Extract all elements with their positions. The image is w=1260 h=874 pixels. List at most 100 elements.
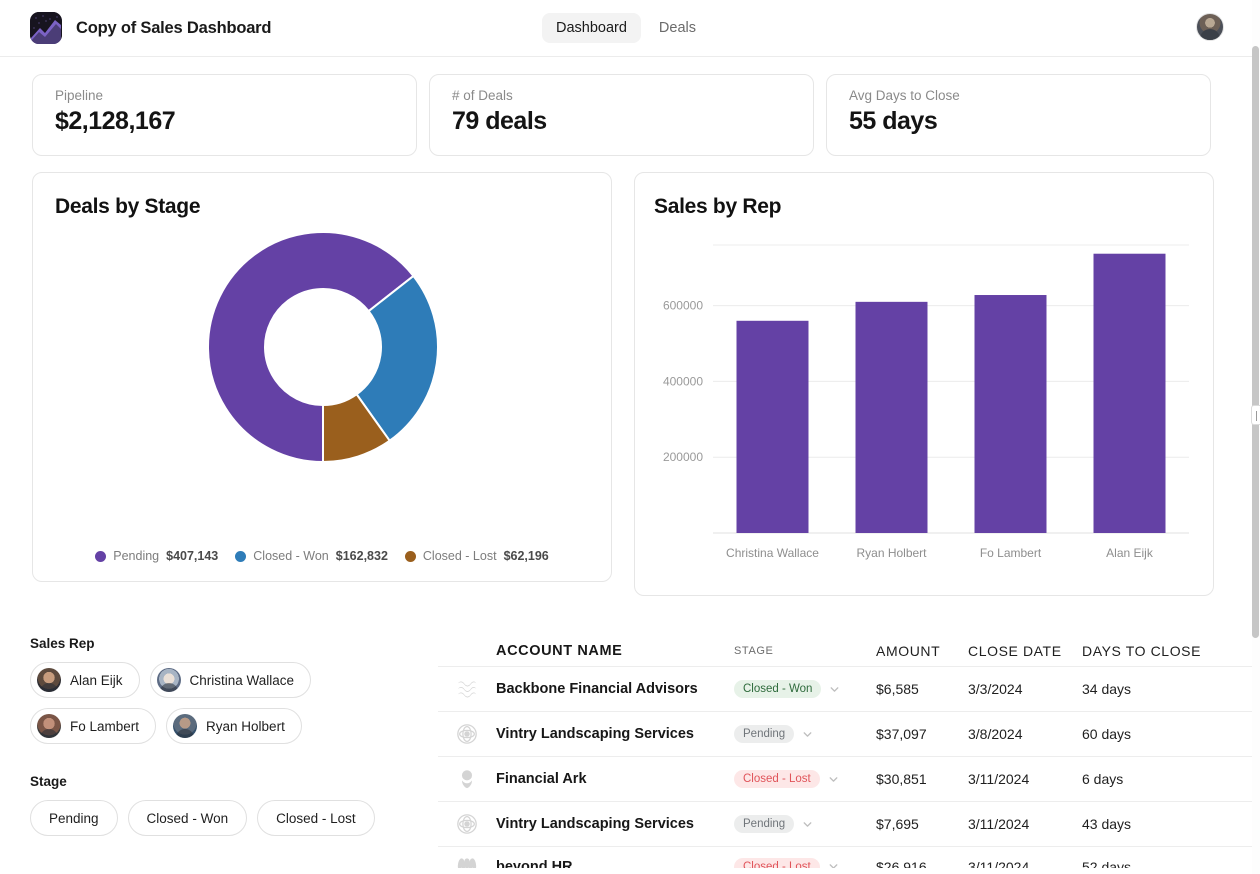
kpi-label: # of Deals xyxy=(452,88,791,103)
table-row[interactable]: Vintry Landscaping ServicesPending$7,695… xyxy=(438,801,1252,846)
y-axis-tick-label: 400000 xyxy=(663,374,703,388)
cell-stage[interactable]: Closed - Lost xyxy=(734,858,876,869)
deals-by-stage-card: Deals by Stage Pending $407,143 Closed -… xyxy=(32,172,612,582)
cell-stage[interactable]: Pending xyxy=(734,815,876,833)
x-axis-tick-label: Ryan Holbert xyxy=(856,546,927,560)
filters-sidebar: Sales Rep Alan Eijk Christina Wallace Fo… xyxy=(30,636,430,836)
beyondhr-logo-icon xyxy=(438,852,496,869)
cell-days-to-close: 60 days xyxy=(1082,726,1202,742)
legend-color-swatch xyxy=(235,551,246,562)
filter-chip-christina-wallace[interactable]: Christina Wallace xyxy=(150,662,312,698)
vintry-logo-icon xyxy=(438,813,496,835)
x-axis-tick-label: Christina Wallace xyxy=(726,546,819,560)
kpi-card-avg-days: Avg Days to Close 55 days xyxy=(826,74,1211,156)
table-row[interactable]: beyond HRClosed - Lost$26,9163/11/202452… xyxy=(438,846,1252,868)
bar-christina-wallace[interactable] xyxy=(737,321,809,533)
avatar-alan-icon xyxy=(37,668,61,692)
main-tabs: Dashboard Deals xyxy=(542,13,710,43)
avatar[interactable] xyxy=(1196,13,1224,41)
legend-label: Pending xyxy=(113,549,159,563)
cell-account-name: Financial Ark xyxy=(496,771,734,787)
chip-label: Christina Wallace xyxy=(190,673,295,688)
legend-value: $407,143 xyxy=(166,549,218,563)
backbone-logo-icon xyxy=(438,678,496,700)
cell-account-name: Vintry Landscaping Services xyxy=(496,816,734,832)
legend-item-pending: Pending $407,143 xyxy=(95,549,218,563)
sales-rep-filter-group: Sales Rep Alan Eijk Christina Wallace Fo… xyxy=(30,636,430,744)
chevron-down-icon[interactable] xyxy=(801,818,814,831)
filter-chip-ryan-holbert[interactable]: Ryan Holbert xyxy=(166,708,302,744)
tab-dashboard[interactable]: Dashboard xyxy=(542,13,641,43)
cell-account-name: Backbone Financial Advisors xyxy=(496,681,734,697)
vintry-logo-icon xyxy=(438,723,496,745)
deals-by-stage-title: Deals by Stage xyxy=(55,195,200,219)
chevron-down-icon[interactable] xyxy=(827,860,840,868)
cell-amount: $37,097 xyxy=(876,726,968,742)
filter-chip-fo-lambert[interactable]: Fo Lambert xyxy=(30,708,156,744)
table-row[interactable]: Financial ArkClosed - Lost$30,8513/11/20… xyxy=(438,756,1252,801)
bar-chart: 200000 400000 600000 Christina Wallace Ryan … xyxy=(635,233,1215,593)
bar-fo-lambert[interactable] xyxy=(975,295,1047,533)
deals-table: ACCOUNT NAME STAGE AMOUNT CLOSE DATE DAY… xyxy=(438,636,1252,868)
status-badge: Pending xyxy=(734,725,794,743)
cell-close-date: 3/11/2024 xyxy=(968,771,1082,787)
kpi-card-deal-count: # of Deals 79 deals xyxy=(429,74,814,156)
legend-label: Closed - Lost xyxy=(423,549,497,563)
cell-days-to-close: 6 days xyxy=(1082,771,1202,787)
column-header-close-date: CLOSE DATE xyxy=(968,643,1082,659)
kpi-value: $2,128,167 xyxy=(55,107,394,136)
cell-close-date: 3/8/2024 xyxy=(968,726,1082,742)
bar-svg: 200000 400000 600000 Christina Wallace Ryan … xyxy=(635,233,1215,593)
y-axis-tick-label: 200000 xyxy=(663,450,703,464)
x-axis-tick-label: Fo Lambert xyxy=(980,546,1042,560)
chip-label: Ryan Holbert xyxy=(206,719,285,734)
scrollbar-side-handle[interactable] xyxy=(1251,405,1260,425)
y-axis-tick-label: 600000 xyxy=(663,299,703,313)
bar-alan-eijk[interactable] xyxy=(1094,254,1166,533)
bar-ryan-holbert[interactable] xyxy=(856,302,928,533)
page-scrollbar-thumb[interactable] xyxy=(1252,46,1259,638)
column-header-stage: STAGE xyxy=(734,645,876,657)
sales-rep-chip-row: Alan Eijk Christina Wallace Fo Lambert R… xyxy=(30,662,430,744)
x-axis-tick-label: Alan Eijk xyxy=(1106,546,1154,560)
donut-svg xyxy=(33,225,613,515)
page-scrollbar-track[interactable] xyxy=(1252,0,1260,874)
chevron-down-icon[interactable] xyxy=(827,773,840,786)
cell-amount: $6,585 xyxy=(876,681,968,697)
filter-chip-closed-lost[interactable]: Closed - Lost xyxy=(257,800,375,836)
column-header-account-name: ACCOUNT NAME xyxy=(496,643,734,659)
cell-days-to-close: 34 days xyxy=(1082,681,1202,697)
sales-by-rep-title: Sales by Rep xyxy=(654,195,781,219)
filter-chip-closed-won[interactable]: Closed - Won xyxy=(128,800,248,836)
cell-amount: $7,695 xyxy=(876,816,968,832)
tab-deals[interactable]: Deals xyxy=(645,13,710,43)
filter-chip-pending[interactable]: Pending xyxy=(30,800,118,836)
stage-filter-group: Stage Pending Closed - Won Closed - Lost xyxy=(30,774,430,836)
table-body: Backbone Financial AdvisorsClosed - Won$… xyxy=(438,666,1252,868)
table-row[interactable]: Backbone Financial AdvisorsClosed - Won$… xyxy=(438,666,1252,711)
filter-chip-alan-eijk[interactable]: Alan Eijk xyxy=(30,662,140,698)
kpi-label: Pipeline xyxy=(55,88,394,103)
status-badge: Closed - Lost xyxy=(734,858,820,869)
financial-ark-logo-icon xyxy=(438,768,496,790)
cell-stage[interactable]: Pending xyxy=(734,725,876,743)
cell-stage[interactable]: Closed - Won xyxy=(734,680,876,698)
dashboard-app: Copy of Sales Dashboard Dashboard Deals … xyxy=(0,0,1260,874)
legend-label: Closed - Won xyxy=(253,549,329,563)
user-avatar[interactable] xyxy=(1196,13,1224,41)
status-badge: Closed - Lost xyxy=(734,770,820,788)
chip-label: Alan Eijk xyxy=(70,673,123,688)
kpi-value: 55 days xyxy=(849,107,1188,136)
chevron-down-icon[interactable] xyxy=(801,728,814,741)
legend-value: $62,196 xyxy=(504,549,549,563)
donut-legend: Pending $407,143 Closed - Won $162,832 C… xyxy=(33,549,611,563)
legend-color-swatch xyxy=(95,551,106,562)
cell-close-date: 3/3/2024 xyxy=(968,681,1082,697)
kpi-row: Pipeline $2,128,167 # of Deals 79 deals … xyxy=(32,74,1211,156)
kpi-label: Avg Days to Close xyxy=(849,88,1188,103)
cell-amount: $26,916 xyxy=(876,859,968,869)
cell-stage[interactable]: Closed - Lost xyxy=(734,770,876,788)
avatar-fo-icon xyxy=(37,714,61,738)
chevron-down-icon[interactable] xyxy=(828,683,841,696)
table-row[interactable]: Vintry Landscaping ServicesPending$37,09… xyxy=(438,711,1252,756)
